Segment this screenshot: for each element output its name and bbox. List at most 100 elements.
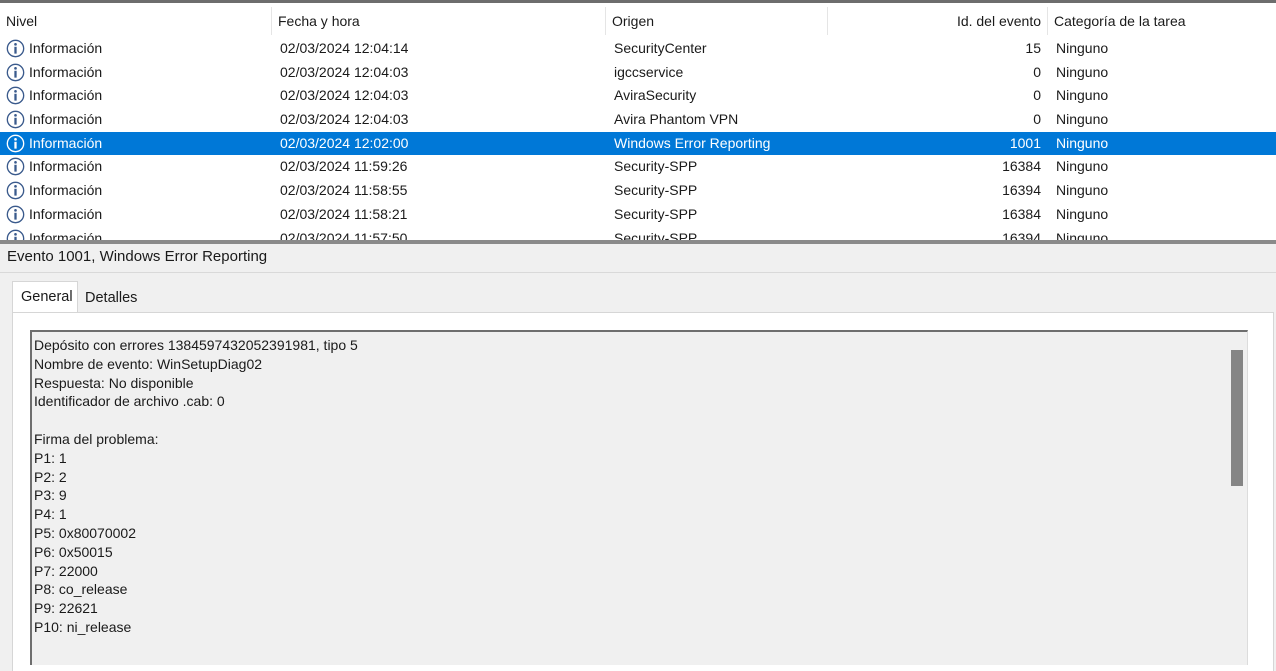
table-row[interactable]: Información 02/03/2024 11:58:55 Security-S…: [0, 179, 1276, 203]
cell-event-id: 16384: [1002, 158, 1041, 175]
general-tab-panel: Depósito con errores 1384597432052391981…: [12, 312, 1274, 671]
cell-event-id: 0: [1033, 87, 1041, 104]
tab-general[interactable]: General: [12, 281, 78, 313]
description-line: Respuesta: No disponible: [34, 374, 194, 391]
description-line: P1: 1: [34, 449, 67, 466]
cell-source: Security-SPP: [614, 182, 698, 199]
cell-event-id: 15: [1025, 40, 1041, 56]
cell-level-text: Información: [29, 134, 103, 151]
description-line: Firma del problema:: [34, 430, 159, 447]
table-row[interactable]: Información 02/03/2024 12:04:03 Avira Phan…: [0, 108, 1276, 132]
column-header-date[interactable]: Fecha y hora: [272, 7, 606, 35]
cell-source: SecurityCenter: [614, 40, 707, 56]
cell-source: AviraSecurity: [614, 87, 697, 104]
cell-date: 02/03/2024 12:04:03: [280, 111, 409, 128]
table-row[interactable]: Información 02/03/2024 11:57:50 Security-S…: [0, 227, 1276, 241]
column-header-task-category-label: Categoría de la tarea: [1054, 13, 1186, 29]
column-header-level-label: Nivel: [6, 13, 38, 29]
cell-date: 02/03/2024 11:58:21: [280, 205, 408, 222]
cell-source: Security-SPP: [614, 229, 698, 241]
event-description-text: Depósito con errores 1384597432052391981…: [34, 336, 1224, 637]
column-header-date-label: Fecha y hora: [278, 13, 360, 29]
description-line: P6: 0x50015: [34, 543, 113, 560]
cell-date: 02/03/2024 11:59:26: [280, 158, 408, 175]
column-header-event-id-label: Id. del evento: [956, 13, 1041, 29]
column-header-event-id[interactable]: Id. del evento: [828, 7, 1048, 35]
cell-level-text: Información: [29, 205, 103, 222]
column-header-row: Nivel Fecha y hora Origen Id. del evento…: [0, 7, 1276, 35]
cell-source: Avira Phantom VPN: [614, 111, 739, 128]
column-header-source[interactable]: Origen: [606, 7, 828, 35]
description-line: Identificador de archivo .cab: 0: [34, 393, 225, 410]
event-rows: Información 02/03/2024 12:04:14 SecurityCe…: [0, 37, 1276, 240]
column-header-level[interactable]: Nivel: [0, 7, 272, 35]
cell-level-text: Información: [29, 87, 103, 104]
column-header-task-category[interactable]: Categoría de la tarea: [1048, 7, 1276, 35]
event-description-box[interactable]: Depósito con errores 1384597432052391981…: [30, 330, 1248, 665]
cell-task-category: Ninguno: [1056, 205, 1109, 222]
detail-title: Evento 1001, Windows Error Reporting: [7, 248, 268, 265]
cell-event-id: 0: [1033, 63, 1041, 80]
cell-event-id: 16384: [1002, 205, 1041, 222]
scrollbar-thumb[interactable]: [1231, 350, 1243, 486]
info-icon: [6, 205, 25, 224]
info-icon: [6, 229, 25, 240]
table-row[interactable]: Información 02/03/2024 11:58:21 Security-S…: [0, 203, 1276, 227]
column-header-source-label: Origen: [612, 13, 655, 29]
cell-level-text: Información: [29, 158, 103, 175]
cell-event-id: 1001: [1009, 134, 1041, 151]
table-row[interactable]: Información 02/03/2024 11:59:26 Security-S…: [0, 155, 1276, 179]
cell-source: Windows Error Reporting: [614, 134, 771, 151]
cell-source: igccservice: [614, 63, 684, 80]
table-row[interactable]: Información 02/03/2024 12:04:03 igccservic…: [0, 61, 1276, 85]
description-line: P4: 1: [34, 506, 67, 523]
cell-date: 02/03/2024 12:04:03: [280, 63, 409, 80]
cell-event-id: 16394: [1002, 229, 1041, 241]
cell-task-category: Ninguno: [1056, 63, 1109, 80]
description-scrollbar[interactable]: [1231, 350, 1243, 650]
description-line: Depósito con errores 1384597432052391981…: [34, 337, 358, 353]
cell-level-text: Información: [29, 111, 103, 128]
info-icon: [6, 63, 25, 82]
cell-task-category: Ninguno: [1056, 158, 1109, 175]
description-line: P5: 0x80070002: [34, 524, 136, 541]
cell-level-text: Información: [29, 63, 103, 80]
cell-event-id: 16394: [1002, 182, 1041, 199]
cell-event-id: 0: [1033, 111, 1041, 128]
description-line: P3: 9: [34, 487, 67, 504]
tab-general-label: General: [21, 289, 73, 305]
cell-task-category: Ninguno: [1056, 40, 1109, 56]
description-line: P8: co_release: [34, 581, 128, 598]
table-row[interactable]: Información 02/03/2024 12:04:14 SecurityCe…: [0, 37, 1276, 61]
info-icon: [6, 134, 25, 153]
cell-date: 02/03/2024 11:58:55: [280, 182, 408, 199]
cell-source: Security-SPP: [614, 205, 698, 222]
cell-date: 02/03/2024 11:57:50: [280, 229, 408, 241]
tab-details[interactable]: Detalles: [77, 283, 145, 313]
info-icon: [6, 181, 25, 200]
cell-task-category: Ninguno: [1056, 111, 1109, 128]
info-icon: [6, 110, 25, 129]
detail-header: Evento 1001, Windows Error Reporting: [0, 244, 1276, 273]
info-icon: [6, 157, 25, 176]
tab-details-label: Detalles: [85, 290, 138, 306]
description-line: P7: 22000: [34, 562, 98, 579]
cell-task-category: Ninguno: [1056, 182, 1109, 199]
cell-task-category: Ninguno: [1056, 229, 1109, 241]
cell-level-text: Información: [29, 229, 103, 241]
table-row[interactable]: Información 02/03/2024 12:02:00 Windows Er…: [0, 131, 1276, 156]
description-line: P9: 22621: [34, 600, 98, 617]
cell-level-text: Información: [29, 182, 103, 199]
description-line: [34, 411, 1224, 430]
cell-level-text: Información: [29, 40, 103, 56]
cell-source: Security-SPP: [614, 158, 698, 175]
table-row[interactable]: Información 02/03/2024 12:04:03 AviraSecur…: [0, 84, 1276, 108]
cell-date: 02/03/2024 12:04:03: [280, 87, 409, 104]
info-icon: [6, 86, 25, 105]
event-list[interactable]: Nivel Fecha y hora Origen Id. del evento…: [0, 0, 1276, 240]
description-line: P10: ni_release: [34, 618, 132, 635]
cell-date: 02/03/2024 12:02:00: [280, 134, 409, 151]
info-icon: [6, 39, 25, 58]
cell-task-category: Ninguno: [1056, 87, 1109, 104]
cell-task-category: Ninguno: [1056, 134, 1109, 151]
